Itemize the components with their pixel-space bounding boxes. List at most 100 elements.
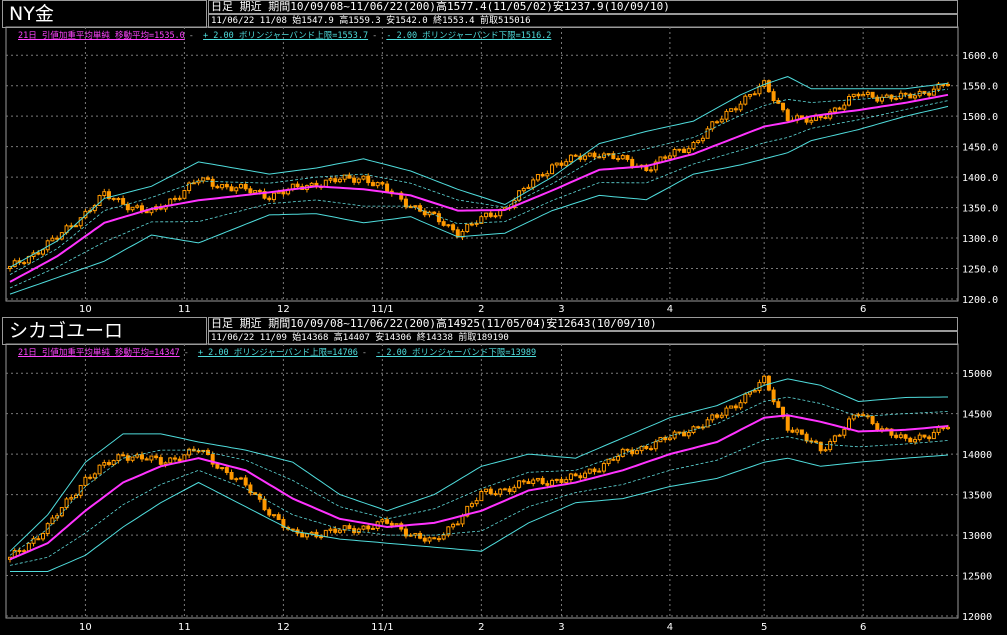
candle-body <box>823 116 828 119</box>
candle-body <box>616 158 621 161</box>
x-tick-label: 3 <box>558 304 564 315</box>
candle-body <box>144 458 149 461</box>
candle-body <box>526 186 531 189</box>
candle-body <box>253 190 258 194</box>
candle-body <box>625 155 630 160</box>
candle-body <box>719 414 724 418</box>
candle-body <box>40 533 45 540</box>
candle-body <box>102 191 107 197</box>
candle-body <box>474 500 479 505</box>
candles <box>8 79 950 272</box>
candle-body <box>710 414 715 421</box>
candle-body <box>748 94 753 97</box>
candle-body <box>733 108 738 111</box>
candle-body <box>766 375 771 391</box>
candle-body <box>922 434 927 438</box>
candle-body <box>451 523 456 528</box>
candle-body <box>361 175 366 180</box>
y-tick-label: 13500 <box>962 491 992 502</box>
candle-body <box>875 423 880 431</box>
candle-body <box>842 428 847 436</box>
candle-body <box>73 225 78 228</box>
candle-body <box>220 467 225 470</box>
gold-price-plot[interactable]: 1200.0 1250.0 1300.0 1350.0 1400.0 1450.0 1500… <box>0 0 1007 317</box>
candle-body <box>625 448 630 451</box>
candle-body <box>234 187 239 192</box>
candle-body <box>601 463 606 472</box>
candle-body <box>116 454 121 462</box>
candle-body <box>606 458 611 465</box>
candle-body <box>479 490 484 502</box>
bollinger-lower-line <box>10 454 949 572</box>
candle-body <box>92 473 97 479</box>
y-tick-label: 12500 <box>962 572 992 583</box>
candle-body <box>927 92 932 96</box>
candle-body <box>573 154 578 157</box>
candle-body <box>323 179 328 188</box>
candle-body <box>125 455 130 461</box>
candle-body <box>682 431 687 437</box>
candle-body <box>36 538 41 541</box>
plot-frame <box>5 343 959 619</box>
candle-body <box>554 162 559 166</box>
candle-body <box>220 184 225 189</box>
candle-body <box>22 550 27 553</box>
candle-body <box>177 197 182 200</box>
candle-body <box>488 212 493 217</box>
candle-body <box>729 108 734 112</box>
candle-body <box>578 475 583 479</box>
plot-frame <box>5 26 959 302</box>
x-tick-label: 10 <box>79 304 92 315</box>
candle-body <box>677 148 682 151</box>
candle-body <box>762 375 767 384</box>
bollinger-lower-line <box>9 105 949 295</box>
candle-body <box>752 93 757 96</box>
candle-body <box>634 450 639 455</box>
candle-body <box>408 206 413 209</box>
y-tick-label: 12000 <box>962 612 992 623</box>
candle-body <box>710 121 715 130</box>
candle-body <box>535 174 540 181</box>
candle-body <box>663 156 668 159</box>
candle-body <box>559 478 564 483</box>
candle-body <box>724 110 729 120</box>
euro-price-plot[interactable]: 12000 12500 13000 13500 14000 14500 15000 10 11 1… <box>0 317 1007 635</box>
candle-body <box>469 503 474 507</box>
candle-body <box>347 174 352 179</box>
candle-body <box>309 182 314 187</box>
candle-body <box>587 152 592 157</box>
candle-body <box>262 498 267 511</box>
x-tick-label: 12 <box>277 304 290 315</box>
candle-body <box>342 174 347 180</box>
bollinger-upper-line <box>9 76 949 268</box>
candle-body <box>224 184 229 188</box>
candle-body <box>705 128 710 139</box>
candle-body <box>300 532 305 538</box>
candle-body <box>267 197 272 201</box>
candle-body <box>380 519 385 523</box>
candle-body <box>88 476 93 479</box>
candle-body <box>686 148 691 153</box>
x-tick-label: 2 <box>478 622 484 633</box>
candle-body <box>785 109 790 122</box>
candle-body <box>715 121 720 124</box>
candle-body <box>389 522 394 526</box>
x-tick-label: 11/1 <box>371 622 393 633</box>
candle-body <box>531 179 536 188</box>
candle-body <box>380 182 385 185</box>
candle-body <box>856 93 861 97</box>
candle-body <box>370 182 375 187</box>
candle-body <box>521 480 526 483</box>
candle-body <box>526 481 531 485</box>
candle-body <box>903 434 908 439</box>
candle-body <box>366 525 371 530</box>
candle-body <box>36 252 41 255</box>
x-tick-label: 4 <box>667 622 673 633</box>
candle-body <box>436 538 441 541</box>
candle-body <box>715 414 720 418</box>
candle-body <box>337 178 342 183</box>
candle-body <box>281 191 286 195</box>
candle-body <box>724 407 729 416</box>
candle-body <box>620 448 625 457</box>
candle-body <box>762 80 767 87</box>
